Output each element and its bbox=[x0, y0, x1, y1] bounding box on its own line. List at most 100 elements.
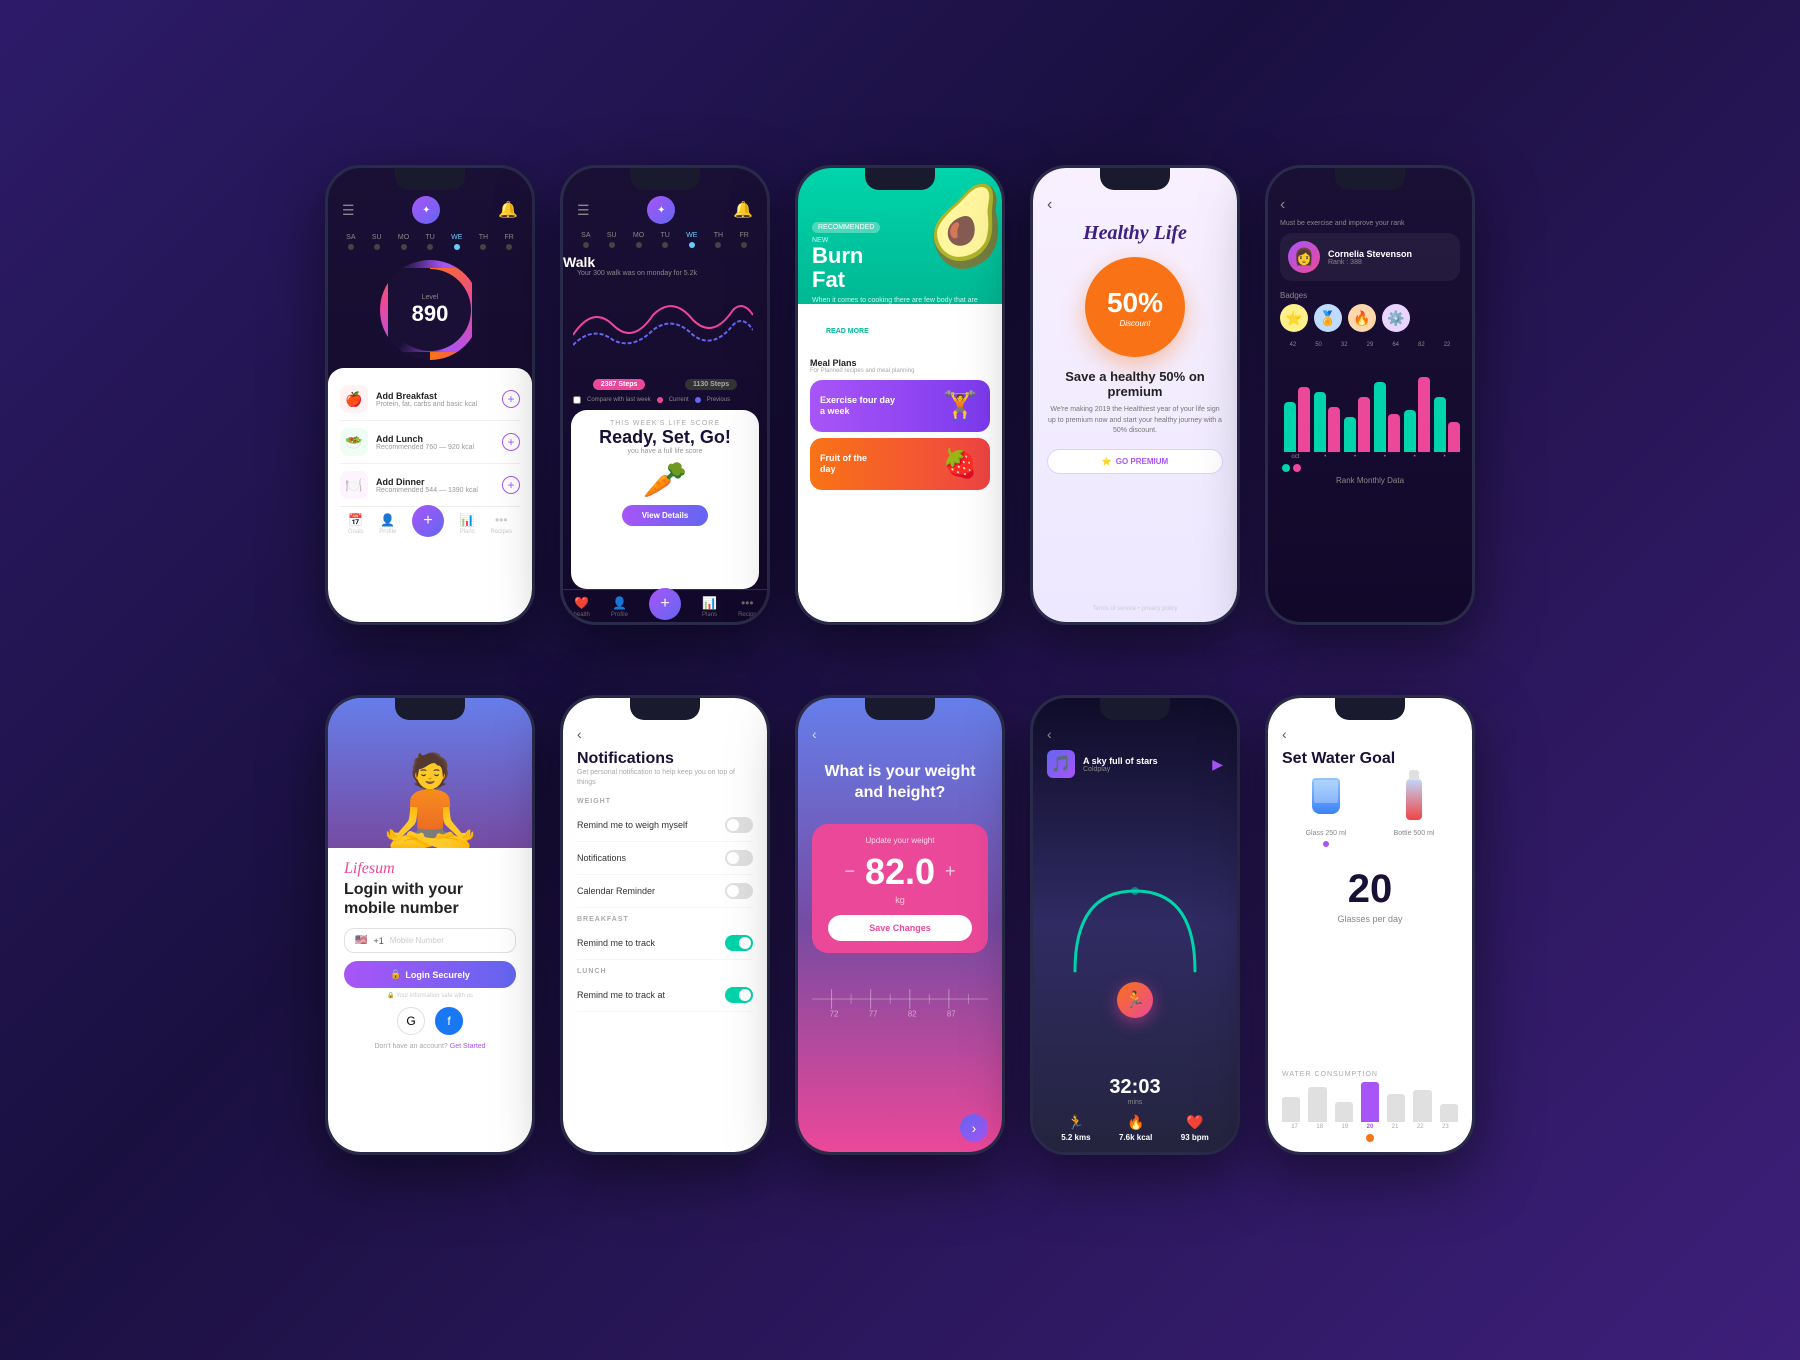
weight-card: Update your weight − 82.0 + kg Save Chan… bbox=[812, 824, 988, 953]
decrease-weight-btn[interactable]: − bbox=[844, 861, 855, 882]
nav-profile[interactable]: 👤 Profile bbox=[379, 513, 396, 537]
view-details-btn[interactable]: View Details bbox=[622, 505, 709, 526]
nav-plans[interactable]: 📊 Plans bbox=[460, 513, 475, 537]
bar-17 bbox=[1282, 1097, 1300, 1122]
bar-21 bbox=[1387, 1094, 1405, 1122]
glass-options: Glass 250 ml Bottle 500 ml bbox=[1282, 778, 1458, 847]
walk-chart bbox=[563, 285, 767, 375]
walk-subtitle: Your 300 walk was on monday for 5.2k bbox=[563, 270, 767, 277]
steps-circle: Level 890 bbox=[380, 260, 480, 360]
phone-dashboard: ☰ ✦ 🔔 SA SU MO TU WE TH FR Level bbox=[325, 165, 535, 625]
page-title: Healthy Life bbox=[1047, 222, 1223, 245]
calendar-toggle-row: Calendar Reminder bbox=[577, 875, 753, 908]
fire-stat-icon: 🔥 bbox=[1127, 1114, 1144, 1131]
breakfast-toggle[interactable] bbox=[725, 935, 753, 951]
chart-bars bbox=[1282, 1082, 1458, 1122]
water-chart: WATER CONSUMPTION 17 18 19 2 bbox=[1282, 1063, 1458, 1142]
scale-ruler: 72 77 82 87 bbox=[812, 979, 988, 1059]
bar-19 bbox=[1335, 1102, 1353, 1122]
back-btn[interactable]: ‹ bbox=[577, 726, 753, 742]
burn-fat-desc: When it comes to cooking there are few b… bbox=[812, 296, 988, 316]
calendar-toggle[interactable] bbox=[725, 883, 753, 899]
walk-title: Walk bbox=[563, 254, 767, 270]
back-btn[interactable]: ‹ bbox=[1047, 726, 1223, 742]
phone-input[interactable]: 🇺🇸 +1 Mobile Number bbox=[344, 928, 516, 953]
music-player: 🎵 A sky full of stars Coldplay ▶ bbox=[1047, 750, 1223, 778]
bottle-500-option[interactable]: Bottle 500 ml bbox=[1394, 778, 1435, 847]
back-btn[interactable]: ‹ bbox=[1280, 196, 1460, 214]
recommended-tag: RECOMMENDED bbox=[812, 222, 880, 233]
phone-water-goal: ‹ Set Water Goal Glass 250 ml bbox=[1265, 695, 1475, 1155]
social-login: G f bbox=[344, 1007, 516, 1035]
active-indicator bbox=[1323, 841, 1329, 847]
floating-action-btn[interactable]: › bbox=[960, 1114, 988, 1142]
medal-badge: 🏅 bbox=[1319, 310, 1336, 327]
go-premium-btn[interactable]: ⭐ GO PREMIUM bbox=[1047, 449, 1223, 474]
phone-notifications: ‹ Notifications Get personal notificatio… bbox=[560, 695, 770, 1155]
google-btn[interactable]: G bbox=[397, 1007, 425, 1035]
lock-icon: 🔒 bbox=[390, 969, 401, 980]
read-more-btn[interactable]: READ MORE bbox=[812, 323, 883, 340]
calories-stat: 🔥 7.6k kcal bbox=[1119, 1114, 1152, 1142]
facebook-btn[interactable]: f bbox=[435, 1007, 463, 1035]
nav-profile[interactable]: 👤 Profile bbox=[611, 596, 628, 620]
exercise-card[interactable]: Exercise four daya week 🏋️ bbox=[810, 380, 990, 432]
active-day-dot bbox=[1366, 1134, 1374, 1142]
notifications-toggle-row: Notifications bbox=[577, 842, 753, 875]
menu-icon[interactable]: ☰ bbox=[577, 202, 590, 219]
nav-health[interactable]: ❤️ health bbox=[574, 596, 590, 620]
phone-login: 🧘 Lifesum Login with your mobile number … bbox=[325, 695, 535, 1155]
increase-weight-btn[interactable]: + bbox=[945, 861, 956, 882]
discount-circle: 50% Discount bbox=[1085, 257, 1185, 357]
back-btn[interactable]: ‹ bbox=[812, 726, 817, 742]
phone-burn-fat: RECOMMENDED NEW BurnFat When it comes to… bbox=[795, 165, 1005, 625]
bar-20 bbox=[1361, 1082, 1379, 1122]
nav-recipes[interactable]: ••• Recipc bbox=[738, 596, 756, 620]
lunch-toggle-row: Remind me to track at bbox=[577, 979, 753, 1012]
notification-icon[interactable]: 🔔 bbox=[733, 200, 753, 220]
app-logo: ✦ bbox=[412, 196, 440, 224]
back-btn[interactable]: ‹ bbox=[1282, 726, 1458, 742]
add-breakfast-btn[interactable]: + bbox=[502, 390, 520, 408]
bottom-nav: 📅 Goals 👤 Profile + 📊 Plans bbox=[340, 506, 520, 539]
weigh-toggle[interactable] bbox=[725, 817, 753, 833]
phone-healthy-life: ‹ Healthy Life 50% Discount Save a healt… bbox=[1030, 165, 1240, 625]
days-row: SA SU MO TU WE TH FR bbox=[563, 230, 767, 250]
lunch-item[interactable]: 🥗 Add Lunch Recommended 760 — 920 kcal + bbox=[340, 421, 520, 464]
fruit-img: 🍓 bbox=[930, 438, 990, 490]
dinner-item[interactable]: 🍽️ Add Dinner Recommended 544 — 1390 kca… bbox=[340, 464, 520, 506]
nav-add-center[interactable]: + bbox=[412, 505, 444, 537]
notification-icon[interactable]: 🔔 bbox=[498, 200, 518, 220]
carrot-icon: 🥕 bbox=[643, 459, 688, 501]
notifications-toggle[interactable] bbox=[725, 850, 753, 866]
user-profile: 👩 Cornelia Stevenson Rank : 388 bbox=[1280, 233, 1460, 281]
login-btn[interactable]: 🔒 Login Securely bbox=[344, 961, 516, 988]
arc-chart: 🏃 bbox=[1047, 784, 1223, 1068]
rank-chart: 42 50 32 29 64 82 22 bbox=[1280, 342, 1460, 614]
nav-recipes[interactable]: ••• Recipes bbox=[490, 513, 512, 537]
compare-checkbox[interactable] bbox=[573, 396, 581, 404]
nav-goals[interactable]: 📅 Goals bbox=[348, 513, 364, 537]
add-lunch-btn[interactable]: + bbox=[502, 433, 520, 451]
fire-badge: 🔥 bbox=[1353, 310, 1370, 327]
compare-row: Compare with last week Current Previous bbox=[563, 394, 767, 406]
save-changes-btn[interactable]: Save Changes bbox=[828, 915, 972, 941]
glass-250-option[interactable]: Glass 250 ml bbox=[1306, 778, 1347, 847]
lunch-toggle[interactable] bbox=[725, 987, 753, 1003]
bottom-nav: ❤️ health 👤 Profile + 📊 Plans ••• Reci bbox=[563, 589, 767, 622]
svg-text:87: 87 bbox=[947, 1009, 956, 1018]
breakfast-item[interactable]: 🍎 Add Breakfast Protein, fat, carbs and … bbox=[340, 378, 520, 421]
activity-stats: 🏃 5.2 kms 🔥 7.6k kcal ❤️ 93 bpm bbox=[1047, 1114, 1223, 1142]
fruit-card[interactable]: Fruit of theday 🍓 bbox=[810, 438, 990, 490]
nav-add-center[interactable]: + bbox=[649, 588, 681, 620]
menu-icon[interactable]: ☰ bbox=[342, 202, 355, 219]
add-dinner-btn[interactable]: + bbox=[502, 476, 520, 494]
weigh-toggle-row: Remind me to weigh myself bbox=[577, 809, 753, 842]
get-started-link[interactable]: Get Started bbox=[450, 1043, 486, 1050]
nav-plans[interactable]: 📊 Plans bbox=[702, 596, 717, 620]
glass-icon bbox=[1308, 778, 1344, 826]
heart-stat-icon: ❤️ bbox=[1186, 1114, 1203, 1131]
play-btn[interactable]: ▶ bbox=[1212, 756, 1223, 773]
badges-row: ⭐ 🏅 🔥 ⚙️ bbox=[1280, 304, 1460, 332]
back-btn[interactable]: ‹ bbox=[1047, 196, 1223, 214]
